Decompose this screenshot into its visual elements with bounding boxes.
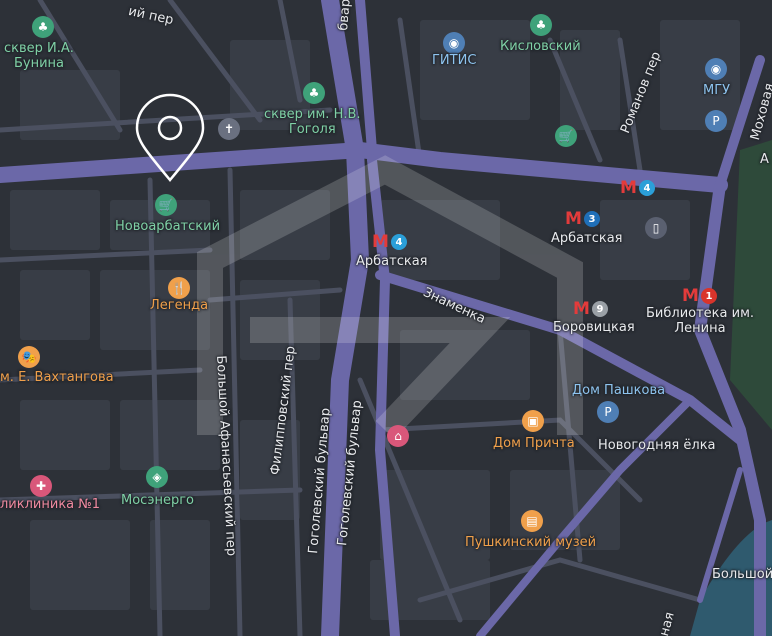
museum-icon[interactable]: ⌂ [387,425,409,447]
metro-icon: М [372,232,389,252]
label-pushkin-museum: Пушкинский музей [465,535,597,550]
label-pashkov: Дом Пашкова [572,383,666,398]
metro-arbatskaya-west[interactable]: М 4 [372,233,407,251]
label-new-year-tree: Новогодняя ёлка [598,438,716,453]
building-icon[interactable]: ◈ [146,466,168,488]
university-icon[interactable]: ◉ [705,58,727,80]
label-kislovsky: Кисловский [500,39,581,54]
theatre-icon[interactable]: 🎭 [18,346,40,368]
label-borovitskaya: Боровицкая [553,320,635,335]
church-icon[interactable]: ✝ [218,118,240,140]
line-badge: 1 [700,288,717,304]
label-library: Библиотека им. Ленина [646,306,755,336]
line-badge: 9 [591,301,608,317]
label-gitis: ГИТИС [432,53,477,68]
parking-icon[interactable]: P [705,110,727,132]
label-mosenergo: Мосэнерго [121,493,194,508]
label-dom-prichta: Дом Причта [493,436,575,451]
parking-icon[interactable]: P [597,401,619,423]
label-arbatskaya-west: Арбатская [356,254,428,269]
line-badge: 4 [390,234,407,250]
metro-arbatskaya-top[interactable]: М 4 [620,179,655,197]
label-edge-a: А [760,152,769,167]
line-badge: 3 [583,211,600,227]
restaurant-icon[interactable]: 🍴 [168,277,190,299]
label-mgu: МГУ [703,83,731,98]
street-boulevard-top: бвар [336,0,354,32]
park-icon[interactable]: ♣ [32,16,54,38]
metro-icon: М [565,209,582,229]
shop-icon[interactable]: 🛒 [555,125,577,147]
park-area [730,140,772,430]
label-legenda: Легенда [150,298,209,313]
label-gogol-square: сквер им. Н.В. Гоголя [264,107,361,137]
label-vakhtangov: м. Е. Вахтангова [0,370,114,385]
label-novoarbatsky: Новоарбатский [115,219,221,234]
label-bolshoy: Большой [712,567,772,582]
map-view[interactable]: ♣ ♣ ◉ ♣ ◉ ✝ 🛒 🛒 🍴 🎭 ✚ ◈ ⌂ ▣ ▤ P P ▯ М 4 … [0,0,772,636]
label-arbatskaya-east: Арбатская [551,231,623,246]
metro-icon: М [682,286,699,306]
clinic-icon[interactable]: ✚ [30,475,52,497]
label-polyclinic: ликлиника №1 [0,497,101,512]
university-icon[interactable]: ◉ [443,32,465,54]
landmark-icon[interactable]: ▣ [522,410,544,432]
museum-icon[interactable]: ▤ [521,510,543,532]
label-bunin-square: сквер И.А. Бунина [4,41,74,71]
shop-icon[interactable]: 🛒 [155,194,177,216]
metro-icon: М [573,299,590,319]
line-badge: 4 [638,180,655,196]
metro-borovitskaya[interactable]: М 9 [573,300,608,318]
phone-icon[interactable]: ▯ [645,217,667,239]
metro-library[interactable]: М 1 [682,287,717,305]
park-icon[interactable]: ♣ [303,82,325,104]
park-icon[interactable]: ♣ [530,14,552,36]
metro-arbatskaya-east[interactable]: М 3 [565,210,600,228]
metro-icon: М [620,178,637,198]
